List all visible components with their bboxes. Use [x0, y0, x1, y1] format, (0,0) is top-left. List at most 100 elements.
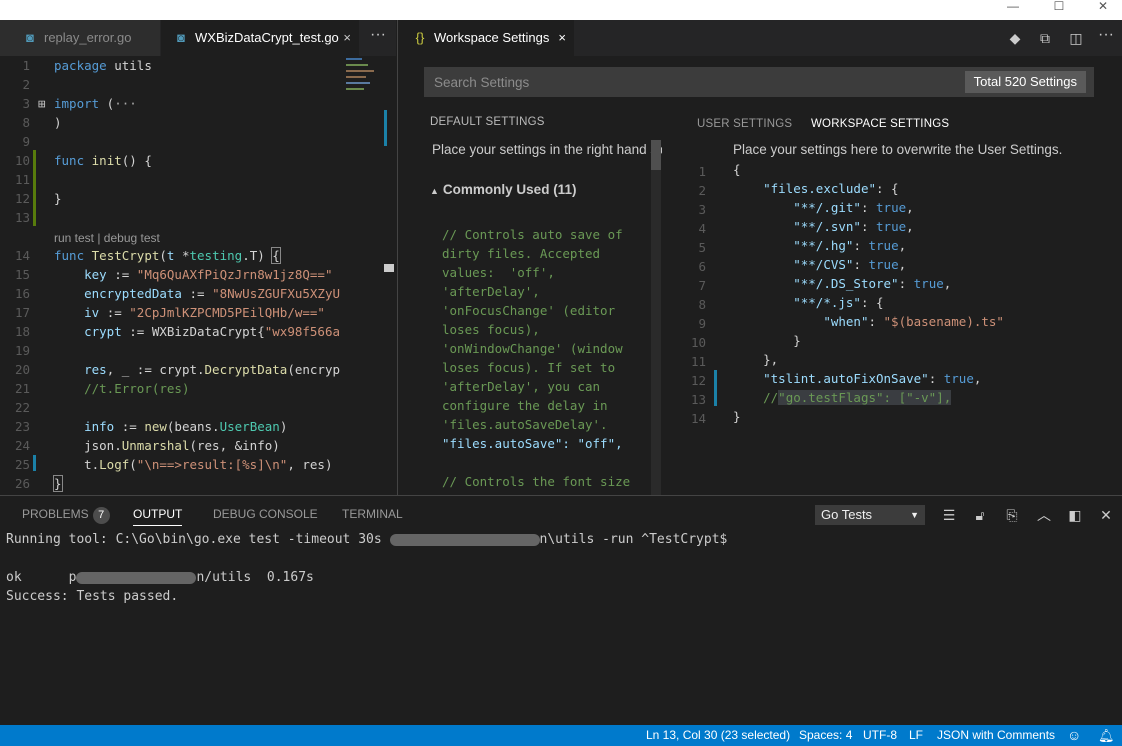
json-line: { — [733, 162, 741, 177]
line-number: 5 — [698, 240, 706, 255]
codelens-run-debug-test[interactable]: run test | debug test — [54, 231, 160, 245]
encoding[interactable]: UTF-8 — [863, 725, 897, 746]
line-number: 8 — [22, 115, 30, 130]
line-number: 14 — [14, 248, 30, 263]
tab-replay-error[interactable]: ◙ replay_error.go — [0, 20, 160, 56]
total-settings-badge: Total 520 Settings — [964, 71, 1086, 93]
setting-comment-line: loses focus), — [442, 322, 540, 337]
go-file-icon: ◙ — [177, 30, 185, 45]
close-panel-icon[interactable]: ✕ — [1095, 505, 1117, 525]
open-settings-json-icon[interactable]: ◆ — [1004, 28, 1026, 48]
tab-output[interactable]: OUTPUT — [133, 496, 183, 532]
tab-workspace-settings[interactable]: {} Workspace Settings × — [398, 20, 574, 56]
setting-autosave-line: "files.autoSave": "off", — [442, 436, 623, 451]
line-number: 13 — [690, 392, 706, 407]
line-number: 26 — [14, 476, 30, 491]
line-number: 6 — [698, 259, 706, 274]
more-actions-icon[interactable]: ··· — [370, 20, 386, 56]
line-number: 3 — [698, 202, 706, 217]
json-line: "**/.DS_Store": true, — [793, 276, 952, 291]
minimap[interactable] — [344, 56, 384, 496]
language-mode[interactable]: JSON with Comments — [937, 725, 1055, 746]
editor-tab-bar: ◙ replay_error.go ◙ WXBizDataCrypt_test.go… — [0, 20, 396, 56]
git-modified-marker — [33, 455, 36, 471]
open-log-icon[interactable]: ⎘ — [1001, 505, 1023, 525]
code-line: ) — [54, 115, 62, 130]
setting-comment-line: 'afterDelay', you can — [442, 379, 601, 394]
settings-tab-bar: {} Workspace Settings × ◆ ⧉ ◫ ··· — [398, 20, 1122, 56]
split-editor-icon[interactable]: ◫ — [1065, 28, 1087, 48]
minimize-icon[interactable]: — — [990, 0, 1036, 20]
section-commonly-used[interactable]: ▲ Commonly Used (11) — [430, 182, 576, 197]
close-window-icon[interactable]: ✕ — [1080, 0, 1122, 20]
tab-terminal[interactable]: TERMINAL — [342, 496, 403, 532]
feedback-smiley-icon[interactable]: ☺ — [1067, 725, 1081, 746]
go-file-icon: ◙ — [26, 30, 34, 45]
line-number: 11 — [14, 172, 30, 187]
default-settings-pane[interactable]: DEFAULT SETTINGS Place your settings in … — [424, 110, 664, 495]
redacted-blur — [76, 571, 197, 584]
json-line: "**/.svn": true, — [793, 219, 914, 234]
json-braces-icon: {} — [415, 30, 425, 45]
workspace-settings-description: Place your settings here to overwrite th… — [733, 142, 1063, 157]
default-pane-scrollbar[interactable] — [651, 140, 661, 495]
scrollbar-cursor-marker — [384, 264, 394, 272]
redacted-blur — [389, 533, 540, 546]
git-added-marker — [33, 150, 36, 226]
json-line: } — [733, 409, 741, 424]
output-line: ok p n/utils 0.167s — [6, 570, 314, 585]
setting-comment-line: dirty files. Accepted — [442, 246, 601, 261]
workspace-settings-pane[interactable]: USER SETTINGS WORKSPACE SETTINGS Place y… — [688, 110, 1108, 495]
code-line: func TestCrypt(t *testing.T) { — [54, 247, 281, 264]
output-line: Success: Tests passed. — [6, 589, 179, 604]
line-number: 10 — [14, 153, 30, 168]
toggle-panel-position-icon[interactable]: ◧ — [1064, 505, 1086, 525]
code-line: } — [54, 191, 62, 206]
json-line: "when": "$(basename).ts" — [823, 314, 1004, 329]
tab-wxbizdatacrypt-test[interactable]: ◙ WXBizDataCrypt_test.go × — [161, 20, 359, 56]
settings-editor-group: {}Workspace Settings × ◆ ⧉ ◫ ··· Total 5… — [397, 20, 1122, 495]
more-actions-icon[interactable]: ··· — [1098, 20, 1114, 56]
notifications-bell-icon[interactable]: 🔔︎ — [1098, 725, 1115, 746]
lock-scroll-icon[interactable]: 🔓︎ — [969, 505, 991, 525]
close-tab-icon[interactable]: × — [343, 20, 351, 56]
tab-workspace-settings-inner[interactable]: WORKSPACE SETTINGS — [811, 118, 949, 130]
line-number: 20 — [14, 362, 30, 377]
setting-comment-line: configure the delay in — [442, 398, 608, 413]
line-number: 7 — [698, 278, 706, 293]
tab-user-settings[interactable]: USER SETTINGS — [697, 118, 792, 130]
dropdown-arrow-icon: ▼ — [910, 510, 919, 520]
line-number: 17 — [14, 305, 30, 320]
line-number: 15 — [14, 267, 30, 282]
end-of-line[interactable]: LF — [909, 725, 923, 746]
output-line: Running tool: C:\Go\bin\go.exe test -tim… — [6, 532, 728, 547]
compare-icon[interactable]: ⧉ — [1034, 28, 1056, 48]
maximize-icon[interactable]: ☐ — [1036, 0, 1082, 20]
code-line: info := new(beans.UserBean) — [84, 419, 288, 434]
scrollbar-marker — [384, 110, 387, 146]
tab-debug-console[interactable]: DEBUG CONSOLE — [213, 496, 318, 532]
code-line: json.Unmarshal(res, &info) — [54, 438, 280, 453]
code-line: package utils — [54, 58, 152, 73]
indentation[interactable]: Spaces: 4 — [799, 725, 852, 746]
line-number: 14 — [690, 411, 706, 426]
clear-output-icon[interactable]: ☰ — [938, 505, 960, 525]
cursor-position[interactable]: Ln 13, Col 30 (23 selected) — [646, 725, 790, 746]
line-number: 25 — [14, 457, 30, 472]
fold-expand-icon[interactable]: ⊞ — [38, 96, 46, 111]
line-number: 2 — [22, 77, 30, 92]
maximize-panel-icon[interactable]: ︿ — [1033, 505, 1055, 525]
line-number: 13 — [14, 210, 30, 225]
setting-comment-line: // Controls the font size — [442, 474, 631, 489]
json-line: "**/.git": true, — [793, 200, 914, 215]
close-tab-icon[interactable]: × — [558, 20, 566, 56]
line-number: 19 — [14, 343, 30, 358]
tab-problems[interactable]: PROBLEMS 7 — [22, 496, 110, 532]
line-number: 21 — [14, 381, 30, 396]
scrollbar-thumb[interactable] — [651, 140, 661, 170]
search-settings-input[interactable] — [424, 67, 944, 97]
output-channel-select[interactable]: Go Tests ▼ — [815, 505, 925, 525]
code-line: crypt := WXBizDataCrypt{"wx98f566a — [84, 324, 341, 339]
line-number: 4 — [698, 221, 706, 236]
json-line: "files.exclude": { — [763, 181, 899, 196]
